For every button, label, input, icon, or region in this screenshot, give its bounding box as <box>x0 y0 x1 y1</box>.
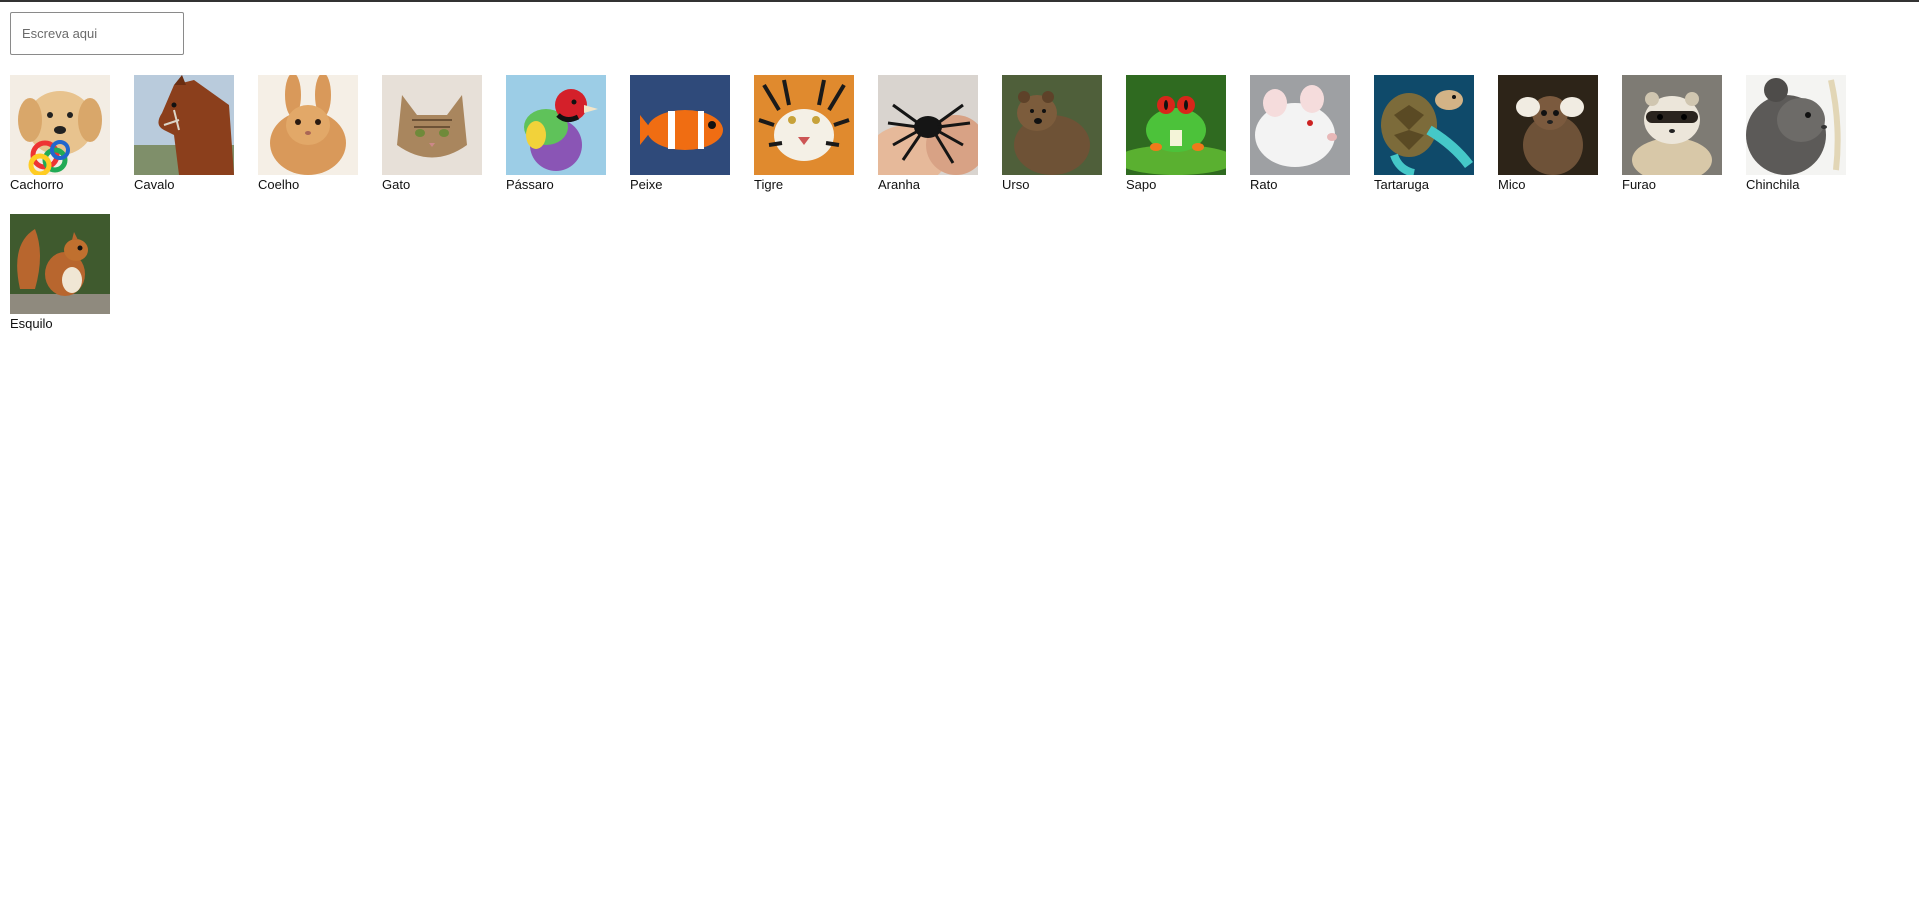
animal-label: Mico <box>1498 177 1526 192</box>
animal-label: Gato <box>382 177 411 192</box>
spider-photo-icon <box>878 75 978 175</box>
animal-card-peixe[interactable]: Peixe <box>630 75 730 214</box>
fish-photo-icon <box>630 75 730 175</box>
animal-card-tigre[interactable]: Tigre <box>754 75 854 214</box>
animal-label: Peixe <box>630 177 663 192</box>
animal-label: Rato <box>1250 177 1278 192</box>
animal-label: Chinchila <box>1746 177 1800 192</box>
animal-label: Coelho <box>258 177 300 192</box>
animal-label: Tigre <box>754 177 784 192</box>
animal-label: Pássaro <box>506 177 554 192</box>
frog-photo-icon <box>1126 75 1226 175</box>
tiger-photo-icon <box>754 75 854 175</box>
animal-card-chinchila[interactable]: Chinchila <box>1746 75 1846 214</box>
animal-card-coelho[interactable]: Coelho <box>258 75 358 214</box>
animal-card-urso[interactable]: Urso <box>1002 75 1102 214</box>
dog-photo-icon <box>10 75 110 175</box>
animal-grid: Cachorro Cavalo Coelho Gato Pássaro Peix… <box>10 75 1890 353</box>
animal-card-esquilo[interactable]: Esquilo <box>10 214 110 353</box>
horse-photo-icon <box>134 75 234 175</box>
animal-card-aranha[interactable]: Aranha <box>878 75 978 214</box>
animal-card-furao[interactable]: Furao <box>1622 75 1722 214</box>
animal-label: Cachorro <box>10 177 64 192</box>
rabbit-photo-icon <box>258 75 358 175</box>
animal-card-sapo[interactable]: Sapo <box>1126 75 1226 214</box>
cat-photo-icon <box>382 75 482 175</box>
animal-label: Tartaruga <box>1374 177 1429 192</box>
animal-card-gato[interactable]: Gato <box>382 75 482 214</box>
animal-label: Furao <box>1622 177 1656 192</box>
bear-photo-icon <box>1002 75 1102 175</box>
animal-label: Cavalo <box>134 177 175 192</box>
animal-label: Sapo <box>1126 177 1157 192</box>
squirrel-photo-icon <box>10 214 110 314</box>
turtle-photo-icon <box>1374 75 1474 175</box>
chinchilla-photo-icon <box>1746 75 1846 175</box>
search-input[interactable] <box>10 12 184 55</box>
ferret-photo-icon <box>1622 75 1722 175</box>
bird-photo-icon <box>506 75 606 175</box>
animal-label: Urso <box>1002 177 1030 192</box>
animal-label: Aranha <box>878 177 920 192</box>
animal-card-tartaruga[interactable]: Tartaruga <box>1374 75 1474 214</box>
animal-card-cavalo[interactable]: Cavalo <box>134 75 234 214</box>
marmoset-photo-icon <box>1498 75 1598 175</box>
animal-card-passaro[interactable]: Pássaro <box>506 75 606 214</box>
rat-photo-icon <box>1250 75 1350 175</box>
animal-card-mico[interactable]: Mico <box>1498 75 1598 214</box>
animal-label: Esquilo <box>10 316 53 331</box>
animal-card-rato[interactable]: Rato <box>1250 75 1350 214</box>
animal-card-cachorro[interactable]: Cachorro <box>10 75 110 214</box>
